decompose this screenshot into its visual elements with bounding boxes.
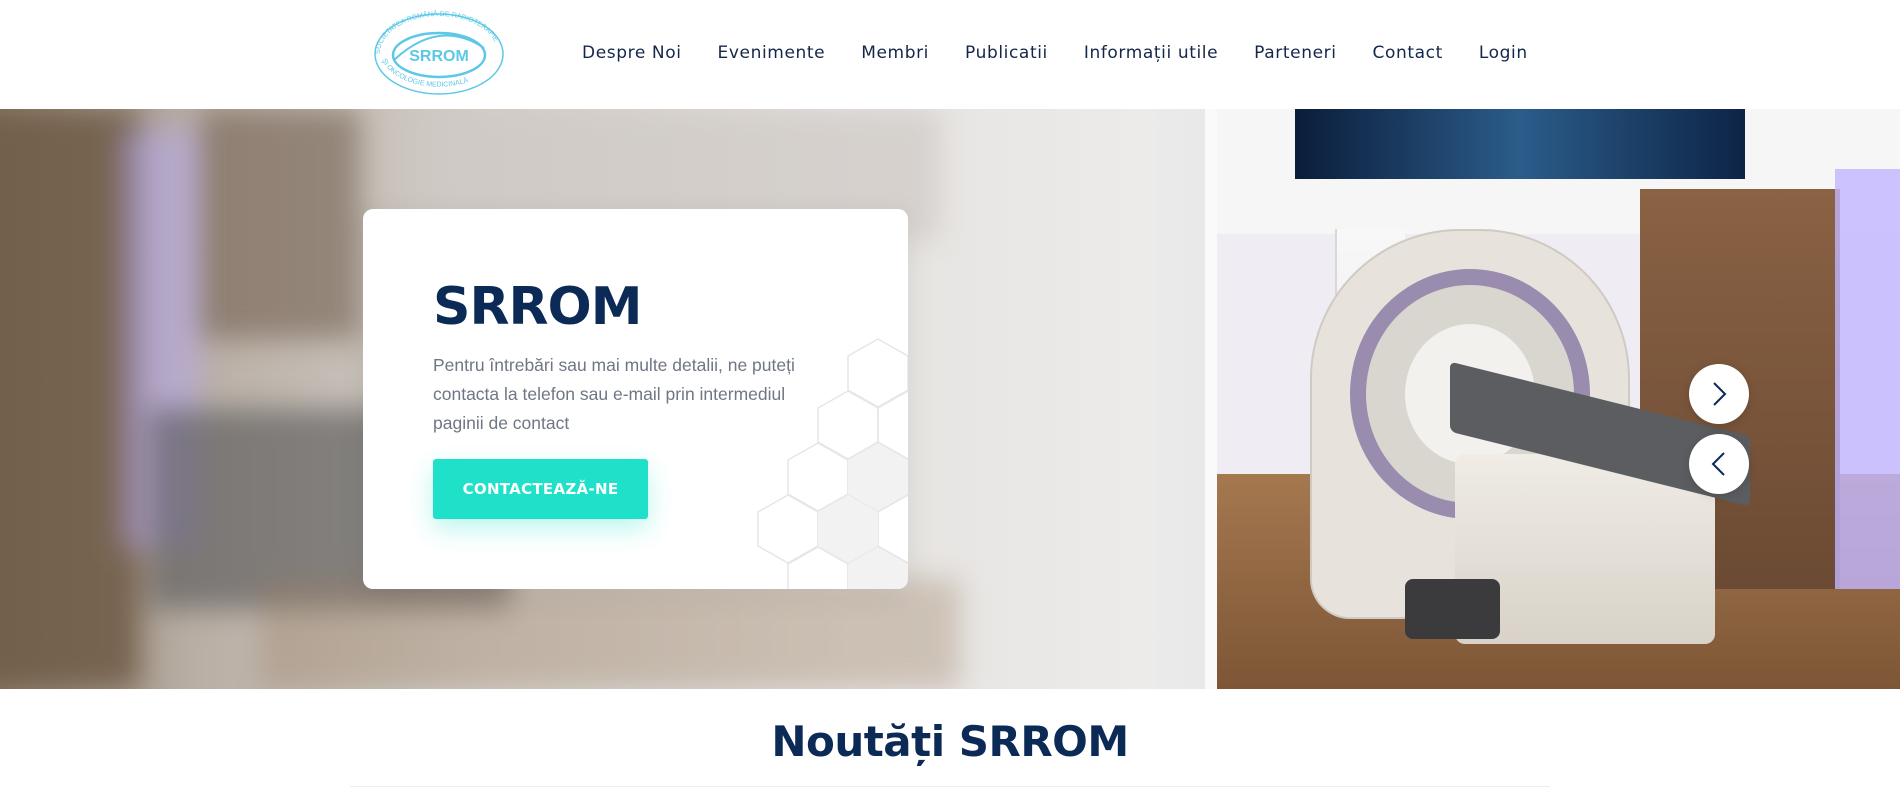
hero-description: Pentru întrebări sau mai multe detalii, … (433, 355, 795, 433)
hero-slider: SRROM Pentru întrebări sau mai multe det… (0, 109, 1900, 689)
nav-item-despre-noi[interactable]: Despre Noi (582, 43, 682, 63)
main-nav: Despre Noi Evenimente Membri Publicatii … (582, 0, 1528, 105)
hero-card: SRROM Pentru întrebări sau mai multe det… (363, 209, 908, 589)
srrom-logo[interactable]: SRROM SOCIETATEA ROMÂNĂ DE RADIOTERAPIE … (366, 8, 512, 100)
nav-item-evenimente[interactable]: Evenimente (718, 43, 826, 63)
hero-title: SRROM (433, 277, 642, 337)
nav-item-membri[interactable]: Membri (861, 43, 929, 63)
site-header: SRROM SOCIETATEA ROMÂNĂ DE RADIOTERAPIE … (0, 0, 1900, 109)
news-divider (350, 786, 1550, 787)
nav-item-login[interactable]: Login (1479, 43, 1528, 63)
slider-prev-button[interactable] (1689, 434, 1749, 494)
nav-item-contact[interactable]: Contact (1373, 43, 1443, 63)
srrom-logo-icon: SRROM SOCIETATEA ROMÂNĂ DE RADIOTERAPIE … (374, 9, 504, 95)
slider-next-button[interactable] (1689, 364, 1749, 424)
contact-us-button[interactable]: CONTACTEAZĂ-NE (433, 459, 648, 519)
hero-photo-radiotherapy-room (1205, 109, 1900, 689)
chevron-left-icon (1711, 452, 1725, 476)
chevron-right-icon (1713, 382, 1727, 406)
news-section-title: Noutăți SRROM (771, 717, 1129, 766)
nav-item-parteneri[interactable]: Parteneri (1254, 43, 1336, 63)
nav-item-informatii-utile[interactable]: Informații utile (1084, 43, 1218, 63)
nav-item-publicatii[interactable]: Publicatii (965, 43, 1048, 63)
logo-abbreviation: SRROM (409, 48, 469, 65)
